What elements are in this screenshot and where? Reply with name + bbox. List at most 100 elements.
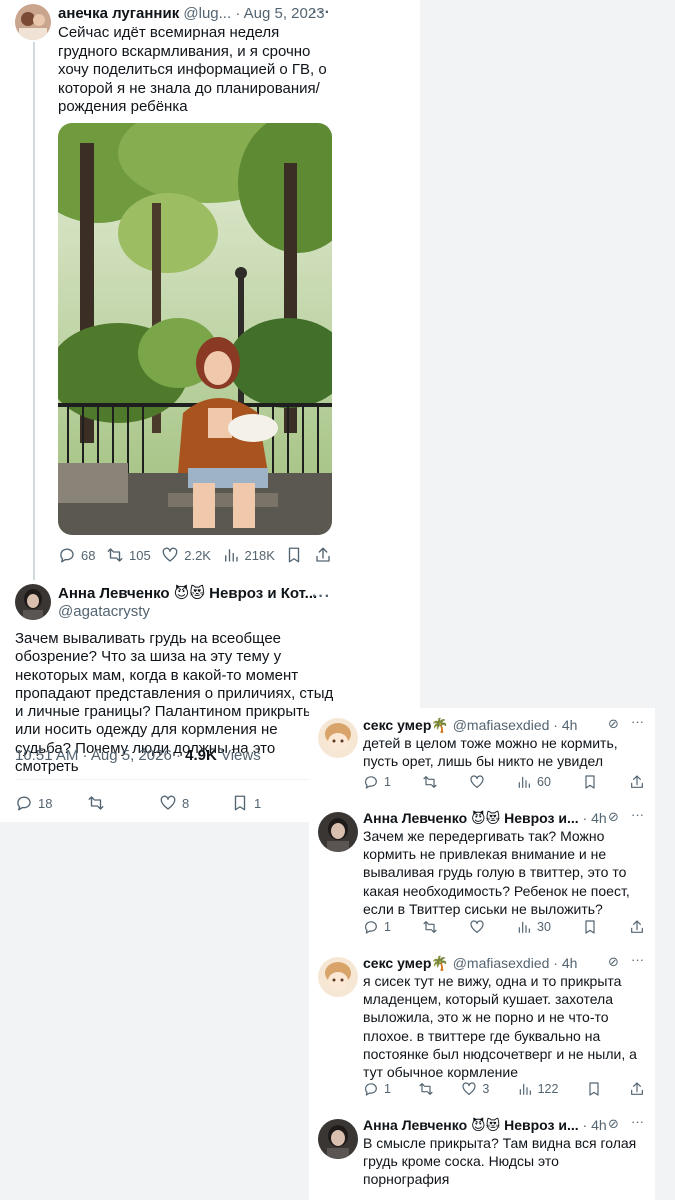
views-button[interactable]: 122 (517, 1081, 559, 1097)
reply-header: секс умер🌴 @mafiasexdied · 4h (363, 716, 577, 734)
avatar[interactable] (15, 4, 51, 40)
tweet-time[interactable]: 10:51 AM · Aug 5, 2026 · (15, 747, 181, 764)
tweet-header: анечка луганник @lug... · Aug 5, 2023 (58, 4, 325, 24)
repost-button[interactable] (422, 919, 438, 935)
display-name[interactable]: Анна Левченко 😈😻 Невроз и... (363, 810, 579, 826)
more-icon[interactable]: ··· (631, 1114, 644, 1129)
repost-icon (419, 1083, 433, 1095)
reply-count: 18 (38, 795, 53, 811)
reply-button[interactable]: 1 (363, 1081, 391, 1097)
more-icon[interactable]: ··· (312, 589, 331, 605)
reply-count: 1 (384, 1082, 391, 1096)
reply-button[interactable]: 1 (363, 919, 391, 935)
like-button[interactable]: 8 (159, 794, 231, 812)
reply-actions: 1 3 122 (363, 1081, 645, 1097)
like-button[interactable] (469, 774, 485, 790)
reply-button[interactable]: 1 (363, 774, 391, 790)
heart-icon (160, 795, 176, 810)
heart-icon (462, 1082, 477, 1095)
display-name[interactable]: Анна Левченко 😈😻 Невроз и Кот... (58, 585, 317, 602)
heart-icon (162, 547, 178, 562)
bookmark-button[interactable] (582, 774, 598, 790)
reply-text: детей в целом тоже можно не кормить, пус… (363, 735, 618, 770)
more-icon[interactable]: ··· (631, 807, 644, 822)
share-button[interactable] (629, 774, 645, 790)
grok-icon[interactable]: ⊘ (608, 716, 619, 732)
reply-header: Анна Левченко 😈😻 Невроз и... · 4h (363, 809, 607, 827)
bookmark-button[interactable] (582, 919, 598, 935)
repost-button[interactable] (418, 1081, 434, 1097)
views-icon (518, 776, 530, 788)
views-label: Views (220, 747, 261, 764)
tweet-photo[interactable] (58, 123, 332, 535)
views-count: 4.9K (185, 747, 217, 764)
handle[interactable]: @mafiasexdied (453, 955, 550, 971)
reply-time[interactable]: · 4h (583, 810, 607, 826)
grok-icon[interactable]: ⊘ (608, 954, 619, 970)
avatar[interactable] (318, 718, 358, 758)
bookmark-button[interactable] (586, 1081, 602, 1097)
reply-time[interactable]: · 4h (583, 1117, 607, 1133)
reply-button[interactable]: 68 (58, 546, 95, 564)
reply-actions: 1 60 (363, 774, 645, 790)
reply-header: секс умер🌴 @mafiasexdied · 4h (363, 954, 577, 972)
repost-button[interactable]: 105 (106, 546, 151, 564)
handle[interactable]: @agatacrysty (58, 602, 150, 622)
bookmark-icon (289, 547, 300, 563)
main-tweet-panel: анечка луганник @lug... · Aug 5, 2023 ··… (0, 0, 420, 822)
reply-text: В смысле прикрыта? Там видна вся голая г… (363, 1135, 637, 1188)
bookmark-button[interactable] (285, 546, 303, 564)
reply-time[interactable]: · 4h (553, 717, 577, 733)
like-button[interactable]: 2.2K (161, 546, 211, 564)
reply-time[interactable]: · 4h (553, 955, 577, 971)
display-name[interactable]: секс умер🌴 (363, 955, 449, 971)
background-bottom-right (655, 708, 675, 1200)
bookmark-icon (234, 795, 246, 811)
like-button[interactable] (469, 919, 485, 935)
avatar[interactable] (318, 1119, 358, 1159)
display-name[interactable]: анечка луганник (58, 5, 179, 22)
more-icon[interactable]: ··· (631, 714, 644, 729)
grok-icon[interactable]: ⊘ (608, 809, 619, 825)
more-icon[interactable]: ··· (631, 952, 644, 967)
like-count: 3 (482, 1082, 490, 1096)
share-button[interactable] (629, 919, 645, 935)
views-button[interactable]: 60 (516, 774, 551, 790)
repost-icon (423, 921, 437, 933)
more-icon[interactable]: ··· (312, 5, 331, 21)
like-button[interactable]: 3 (461, 1081, 489, 1097)
display-name[interactable]: секс умер🌴 (363, 717, 449, 733)
views-count: 122 (537, 1082, 559, 1096)
bookmark-button[interactable]: 1 (231, 794, 261, 812)
views-button[interactable]: 218K (222, 546, 275, 564)
handle[interactable]: @lug... (183, 5, 231, 22)
repost-button[interactable] (422, 774, 438, 790)
reply-icon (60, 548, 74, 563)
reply-header: Анна Левченко 😈😻 Невроз и... · 4h (363, 1116, 607, 1134)
bookmark-icon (585, 775, 595, 789)
background-bottom-left (0, 822, 309, 1200)
reply-count: 1 (384, 920, 391, 934)
background-right (420, 0, 675, 708)
divider (15, 779, 309, 780)
share-button[interactable] (629, 1081, 645, 1097)
like-count: 8 (182, 795, 190, 811)
views-button[interactable]: 30 (516, 919, 551, 935)
tweet-text: Сейчас идёт всемирная неделя грудного вс… (58, 24, 327, 115)
grok-icon[interactable]: ⊘ (608, 1116, 619, 1132)
repost-icon (423, 776, 437, 788)
handle[interactable]: @mafiasexdied (453, 717, 550, 733)
avatar[interactable] (318, 812, 358, 852)
share-icon (631, 775, 643, 788)
avatar[interactable] (15, 584, 51, 620)
share-icon (316, 547, 330, 562)
reply-button[interactable]: 18 (15, 794, 87, 812)
avatar[interactable] (318, 957, 358, 997)
share-button[interactable] (314, 546, 332, 564)
reply-count: 1 (384, 775, 391, 789)
tweet-actions: 18 8 1 (15, 794, 285, 812)
display-name[interactable]: Анна Левченко 😈😻 Невроз и... (363, 1117, 579, 1133)
repost-button[interactable] (87, 794, 159, 812)
reply-icon (17, 796, 31, 811)
tweet-meta: 10:51 AM · Aug 5, 2026 · 4.9K Views (15, 747, 261, 764)
